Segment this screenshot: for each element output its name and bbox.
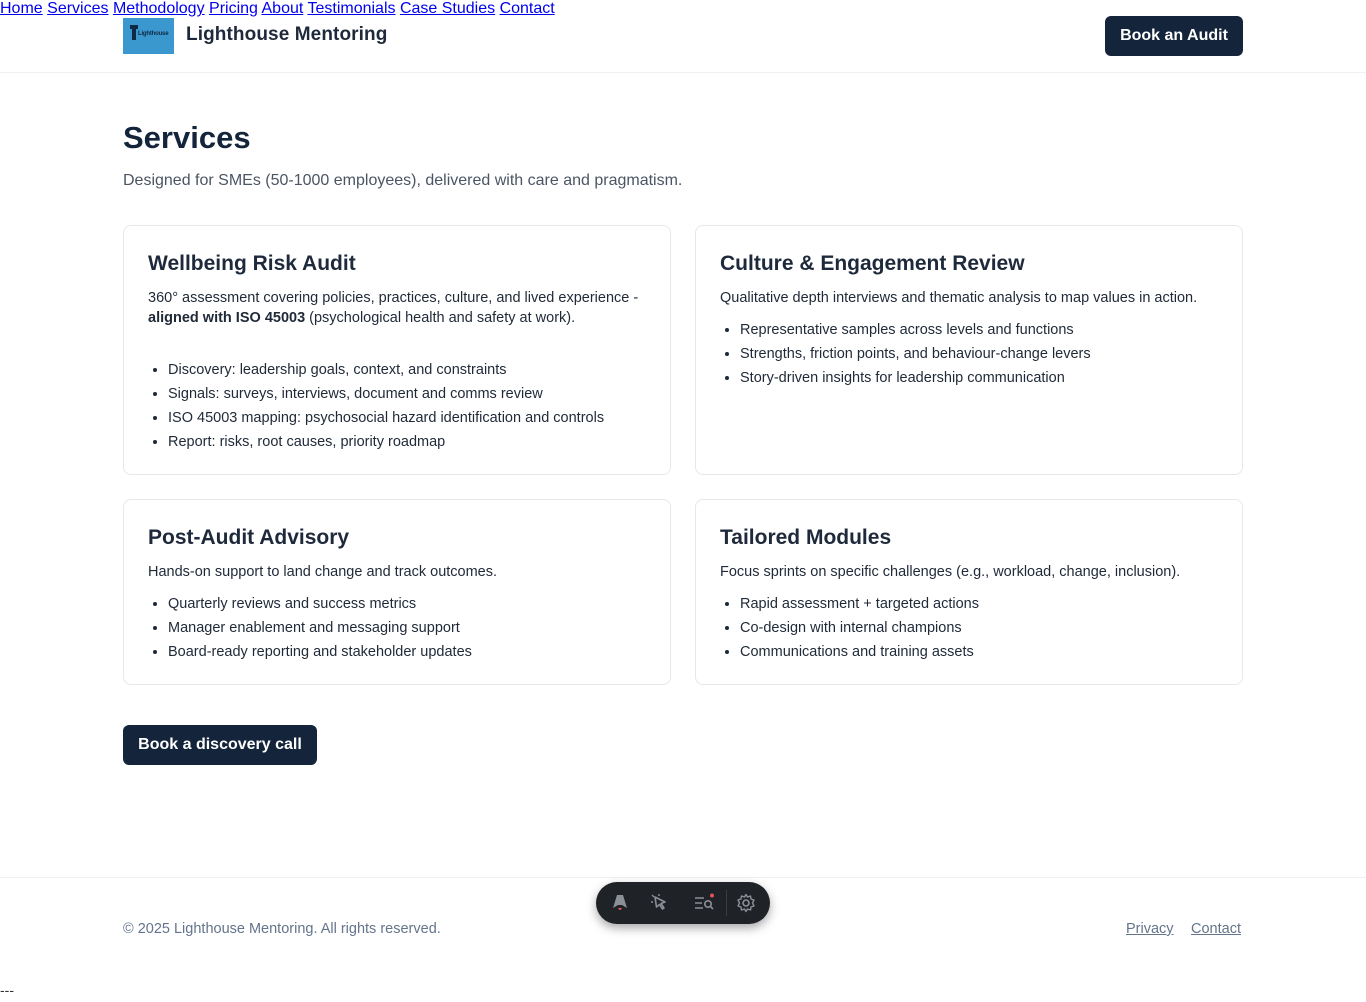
nav-pricing[interactable]: Pricing	[209, 0, 258, 17]
list-item: Board-ready reporting and stakeholder up…	[168, 642, 658, 666]
toolbar-divider	[726, 890, 727, 916]
nav-testimonials[interactable]: Testimonials	[307, 0, 395, 17]
service-card-post-audit-advisory: Post-Audit Advisory Hands-on support to …	[123, 499, 671, 685]
desc-text: 360° assessment covering policies, pract…	[148, 290, 639, 306]
book-discovery-call-button[interactable]: Book a discovery call	[123, 725, 317, 765]
card-bullet-list: Rapid assessment + targeted actions Co-d…	[740, 594, 1230, 666]
book-audit-button[interactable]: Book an Audit	[1105, 16, 1243, 56]
audit-list-icon[interactable]	[693, 892, 715, 914]
card-title: Post-Audit Advisory	[148, 526, 350, 549]
card-bullet-list: Discovery: leadership goals, context, an…	[168, 360, 658, 456]
card-title: Tailored Modules	[720, 526, 892, 549]
card-bullet-list: Quarterly reviews and success metrics Ma…	[168, 594, 658, 666]
desc-text: (psychological health and safety at work…	[305, 310, 576, 326]
nav-home[interactable]: Home	[0, 0, 43, 17]
card-bullet-list: Representative samples across levels and…	[740, 320, 1230, 392]
brand-name[interactable]: Lighthouse Mentoring	[186, 24, 387, 46]
card-description: Qualitative depth interviews and themati…	[720, 290, 1198, 306]
card-description: Focus sprints on specific challenges (e.…	[720, 564, 1181, 580]
list-item: Discovery: leadership goals, context, an…	[168, 360, 658, 384]
list-item: Communications and training assets	[740, 642, 1230, 666]
nav-services[interactable]: Services	[47, 0, 108, 17]
card-title: Wellbeing Risk Audit	[148, 252, 356, 275]
list-item: Representative samples across levels and…	[740, 320, 1230, 344]
list-item: Report: risks, root causes, priority roa…	[168, 432, 658, 456]
footer-contact-link[interactable]: Contact	[1191, 921, 1241, 937]
footer-privacy-link[interactable]: Privacy	[1126, 921, 1174, 937]
card-description: Hands-on support to land change and trac…	[148, 564, 498, 580]
list-item: Strengths, friction points, and behaviou…	[740, 344, 1230, 368]
nav-contact[interactable]: Contact	[500, 0, 555, 17]
service-card-tailored-modules: Tailored Modules Focus sprints on specif…	[695, 499, 1243, 685]
list-item: Manager enablement and messaging support	[168, 618, 658, 642]
nav-methodology[interactable]: Methodology	[113, 0, 205, 17]
service-card-culture-review: Culture & Engagement Review Qualitative …	[695, 225, 1243, 475]
dev-toolbar	[596, 882, 770, 924]
nav-about[interactable]: About	[262, 0, 304, 17]
astro-logo-icon[interactable]	[609, 892, 631, 914]
nav-case-studies[interactable]: Case Studies	[400, 0, 495, 17]
brand-logo[interactable]: Lighthouse	[123, 18, 174, 54]
list-item: Co-design with internal champions	[740, 618, 1230, 642]
list-item: ISO 45003 mapping: psychosocial hazard i…	[168, 408, 658, 432]
list-item: Story-driven insights for leadership com…	[740, 368, 1230, 392]
desc-emphasis: aligned with ISO 45003	[148, 310, 306, 326]
list-item: Signals: surveys, interviews, document a…	[168, 384, 658, 408]
page-subtitle: Designed for SMEs (50-1000 employees), d…	[123, 172, 683, 189]
list-item: Rapid assessment + targeted actions	[740, 594, 1230, 618]
page-title: Services	[123, 120, 251, 155]
list-item: Quarterly reviews and success metrics	[168, 594, 658, 618]
logo-text: Lighthouse	[138, 31, 169, 37]
copyright-text: © 2025 Lighthouse Mentoring. All rights …	[123, 921, 441, 937]
card-description: 360° assessment covering policies, pract…	[148, 288, 648, 328]
cursor-select-icon[interactable]	[649, 892, 671, 914]
site-header: Lighthouse Lighthouse Mentoring Home Ser…	[0, 0, 1366, 73]
card-title: Culture & Engagement Review	[720, 252, 1025, 275]
service-card-wellbeing-audit: Wellbeing Risk Audit 360° assessment cov…	[123, 225, 671, 475]
lighthouse-icon	[130, 25, 138, 40]
settings-gear-icon[interactable]	[735, 892, 757, 914]
stray-text: ---	[0, 982, 14, 998]
